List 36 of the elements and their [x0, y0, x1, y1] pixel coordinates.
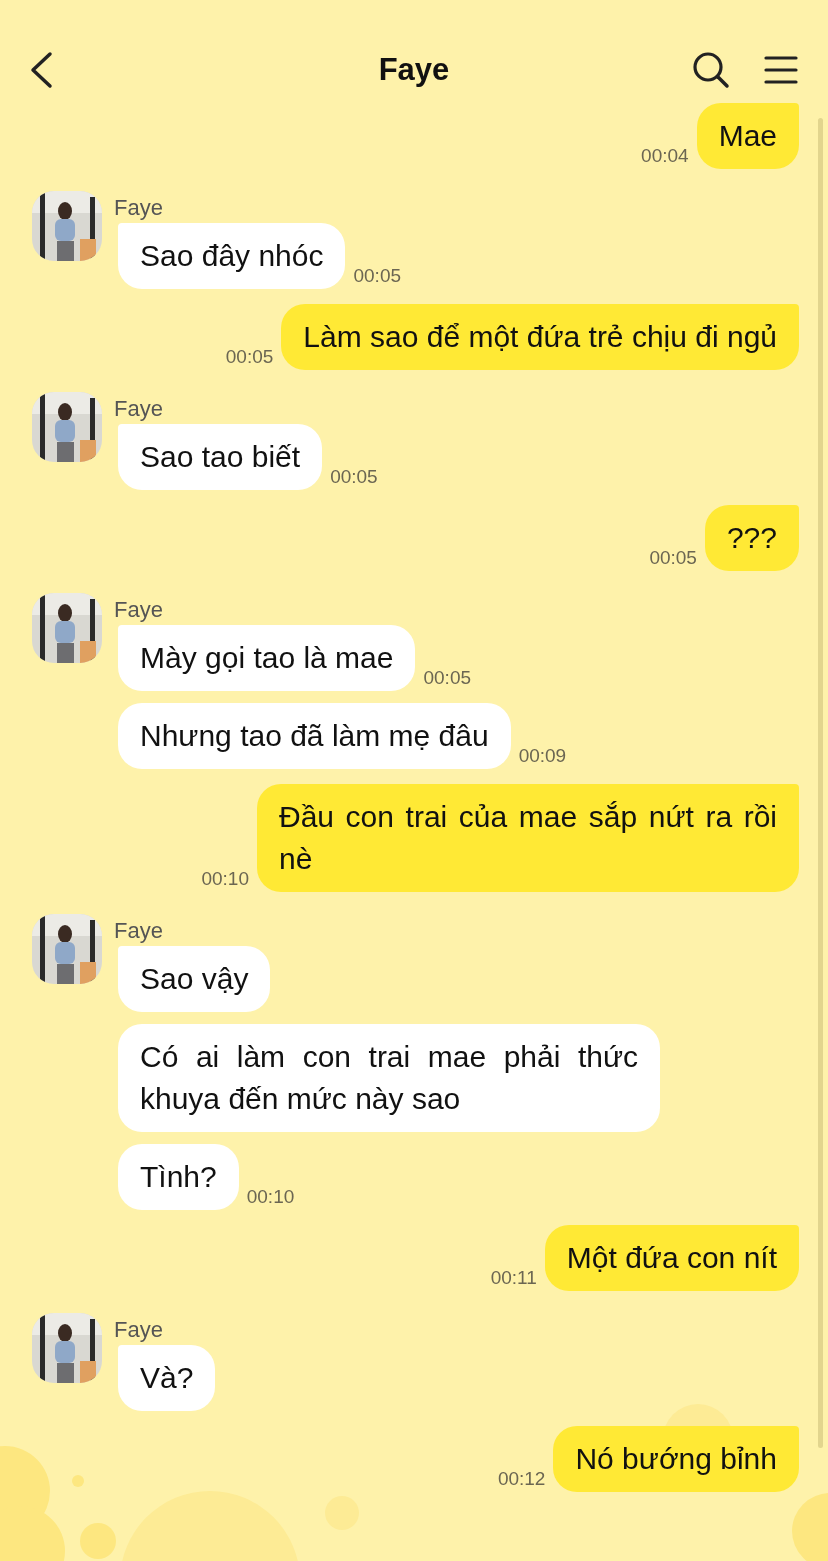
menu-icon[interactable] [764, 55, 798, 85]
received-message: Có ai làm con trai mae phải thức khuya đến mức này sao [118, 1024, 660, 1132]
sent-message: Một đứa con nít [544, 1225, 799, 1291]
message-time: 00:05 [649, 547, 697, 569]
received-message: Mày gọi tao là mae [118, 625, 416, 691]
received-message: Nhưng tao đã làm mẹ đâu [118, 703, 511, 769]
sent-message: Nó bướng bỉnh [553, 1426, 799, 1492]
received-message: Sao đây nhóc [118, 223, 346, 289]
message-time: 00:12 [497, 1468, 546, 1490]
received-message: Và? [118, 1345, 216, 1411]
chat-title: Faye [378, 52, 450, 88]
sender-name: Faye [114, 197, 163, 219]
message-time: 00:05 [423, 667, 471, 689]
sent-message: Mae [696, 103, 799, 169]
background-circle [72, 1475, 84, 1487]
sender-name: Faye [114, 599, 163, 621]
sender-name: Faye [114, 398, 163, 420]
message-time: 00:11 [490, 1267, 537, 1289]
message-time: 00:05 [330, 466, 378, 488]
sent-message: Làm sao để một đứa trẻ chịu đi ngủ [281, 304, 799, 370]
message-time: 00:05 [353, 265, 402, 287]
sender-name: Faye [114, 1319, 163, 1341]
message-time: 00:09 [518, 745, 567, 767]
search-icon[interactable] [692, 51, 730, 89]
message-time: 00:05 [225, 346, 274, 368]
background-circle [80, 1523, 116, 1559]
message-time: 00:04 [641, 145, 689, 167]
back-button[interactable] [28, 50, 54, 90]
message-time: 00:10 [246, 1186, 295, 1208]
received-message: Tình? [118, 1144, 239, 1210]
sender-name: Faye [114, 920, 163, 942]
received-message: Sao vậy [118, 946, 271, 1012]
sent-message: Đầu con trai của mae sắp nứt ra rồi nè [257, 784, 799, 892]
received-message: Sao tao biết [118, 424, 323, 490]
message-time: 00:10 [201, 868, 249, 890]
sent-message: ??? [704, 505, 799, 571]
